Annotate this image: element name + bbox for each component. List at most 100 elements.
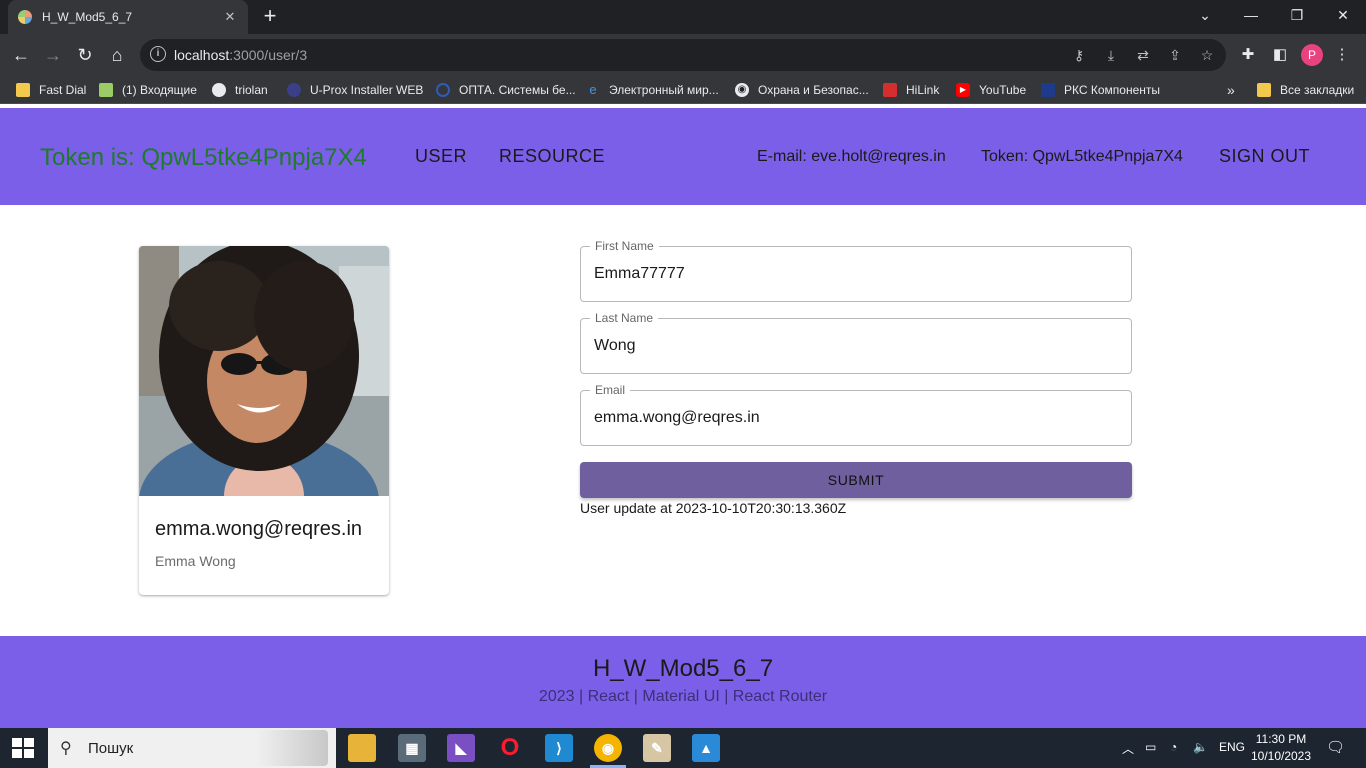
last-name-label: Last Name xyxy=(590,311,659,325)
bookmark-item[interactable]: e Электронный мир... xyxy=(586,81,719,99)
paint-icon[interactable]: ✎ xyxy=(643,734,671,762)
install-app-icon[interactable]: ⤓ xyxy=(1102,46,1120,64)
all-bookmarks-button[interactable]: Все закладки xyxy=(1257,81,1354,99)
restore-window-button[interactable]: ❐ xyxy=(1274,0,1320,30)
bookmark-label: Fast Dial xyxy=(39,83,87,97)
bookmark-label: triolan xyxy=(235,83,268,97)
close-tab-icon[interactable]: ✕ xyxy=(222,9,238,25)
opera-icon[interactable]: O xyxy=(496,734,524,762)
bookmark-item[interactable]: ▶ YouTube xyxy=(956,81,1026,99)
browser-menu-icon[interactable]: ⋮ xyxy=(1332,45,1352,65)
bookmark-label: ОПТА. Системы бе... xyxy=(459,83,576,97)
bookmark-item[interactable]: HiLink xyxy=(883,81,939,99)
bookmark-label: YouTube xyxy=(979,83,1027,97)
last-name-input[interactable] xyxy=(594,335,1114,357)
bookmark-item[interactable]: ОПТА. Системы бе... xyxy=(436,81,576,99)
home-button[interactable]: ⌂ xyxy=(104,42,130,68)
first-name-label: First Name xyxy=(590,239,659,253)
reload-button[interactable]: ↻ xyxy=(72,42,98,68)
back-button[interactable]: ← xyxy=(8,42,34,68)
clock-time: 11:30 PM xyxy=(1255,732,1307,746)
bookmark-label: U-Prox Installer WEB xyxy=(310,83,424,97)
windows-start-icon[interactable] xyxy=(12,738,34,758)
chrome-icon[interactable]: ◉ xyxy=(594,734,622,762)
network-icon[interactable]: ◔ xyxy=(1170,740,1177,754)
more-bookmarks-button[interactable]: » xyxy=(1227,81,1235,99)
folder-icon xyxy=(1257,83,1271,97)
youtube-icon: ▶ xyxy=(956,83,970,97)
visual-studio-icon[interactable]: ◣ xyxy=(447,734,475,762)
share-icon[interactable]: ⇪ xyxy=(1166,46,1184,64)
opta-icon xyxy=(436,83,450,97)
last-name-field: Last Name xyxy=(580,311,1132,374)
calculator-icon[interactable]: ▦ xyxy=(398,734,426,762)
bookmark-item[interactable]: РКС Компоненты xyxy=(1041,81,1160,99)
tab-search-icon[interactable]: ⌄ xyxy=(1182,0,1228,30)
bookmark-item[interactable]: triolan xyxy=(212,81,268,99)
submit-button[interactable]: SUBMIT xyxy=(580,462,1132,498)
profile-avatar[interactable]: P xyxy=(1301,44,1323,66)
file-explorer-icon[interactable] xyxy=(348,734,376,762)
bookmark-item[interactable]: (1) Входящие xyxy=(99,81,197,99)
huawei-icon xyxy=(883,83,897,97)
system-clock[interactable]: 11:30 PM 10/10/2023 xyxy=(1250,731,1312,765)
new-tab-button[interactable]: + xyxy=(258,5,282,29)
side-panel-icon[interactable]: ◧ xyxy=(1270,45,1290,65)
bookmark-item[interactable]: ◉ Охрана и Безопас... xyxy=(735,81,869,99)
minimize-window-button[interactable]: — xyxy=(1228,0,1274,30)
url-path: :3000/user/3 xyxy=(229,47,308,63)
bookmark-star-icon[interactable]: ☆ xyxy=(1198,46,1216,64)
bookmark-label: Электронный мир... xyxy=(609,83,719,97)
password-key-icon[interactable]: ⚷ xyxy=(1070,46,1088,64)
first-name-input[interactable] xyxy=(594,263,1114,285)
language-indicator[interactable]: ENG xyxy=(1219,740,1245,754)
header-email: E-mail: eve.holt@reqres.in xyxy=(757,148,946,165)
tab-title: H_W_Mod5_6_7 xyxy=(42,10,133,24)
windows-taskbar: ⚲ Пошук ▦ ◣ O ⟩ ◉ ✎ ▲ ︿ ▭ ◔ 🔈 ENG 11:30 … xyxy=(0,728,1366,768)
volume-icon[interactable]: 🔈 xyxy=(1193,740,1208,754)
nav-user-link[interactable]: USER xyxy=(415,146,467,167)
email-field: Email xyxy=(580,383,1132,446)
card-email: emma.wong@reqres.in xyxy=(155,518,363,540)
clock-date: 10/10/2023 xyxy=(1250,749,1312,763)
translate-icon[interactable]: ⇄ xyxy=(1134,46,1152,64)
nav-resource-link[interactable]: RESOURCE xyxy=(499,146,605,167)
extensions-icon[interactable]: ✚ xyxy=(1238,45,1258,65)
bookmark-label: РКС Компоненты xyxy=(1064,83,1160,97)
site-info-icon[interactable]: i xyxy=(150,46,166,62)
url-host: localhost xyxy=(174,47,230,63)
globe-icon xyxy=(212,83,226,97)
close-window-button[interactable]: ✕ xyxy=(1320,0,1366,30)
token-title: Token is: QpwL5tke4Pnpja7X4 xyxy=(40,144,367,171)
card-full-name: Emma Wong xyxy=(155,553,236,569)
taskbar-search[interactable]: ⚲ Пошук xyxy=(48,728,336,768)
battery-icon[interactable]: ▭ xyxy=(1145,740,1156,754)
app-footer: H_W_Mod5_6_7 2023 | React | Material UI … xyxy=(0,636,1366,728)
notifications-icon[interactable]: 🗨 xyxy=(1326,738,1345,756)
sign-out-button[interactable]: SIGN OUT xyxy=(1219,146,1310,167)
bookmark-item[interactable]: U-Prox Installer WEB xyxy=(287,81,423,99)
react-favicon-icon xyxy=(18,10,32,24)
bookmark-item[interactable]: Fast Dial xyxy=(16,81,86,99)
browser-tab-strip: H_W_Mod5_6_7 ✕ + ⌄ — ❐ ✕ xyxy=(0,0,1366,34)
photos-icon[interactable]: ▲ xyxy=(692,734,720,762)
user-avatar-photo xyxy=(139,246,389,496)
app-header: Token is: QpwL5tke4Pnpja7X4 USER RESOURC… xyxy=(0,108,1366,205)
taskbar-search-label: Пошук xyxy=(88,739,134,757)
bookmark-label: HiLink xyxy=(906,83,940,97)
header-token: Token: QpwL5tke4Pnpja7X4 xyxy=(981,148,1183,165)
update-status-message: User update at 2023-10-10T20:30:13.360Z xyxy=(580,500,847,516)
address-bar[interactable]: i localhost:3000/user/3 ⚷ ⤓ ⇄ ⇪ ☆ xyxy=(140,39,1226,71)
mail-icon xyxy=(99,83,113,97)
address-url[interactable]: localhost:3000/user/3 xyxy=(174,47,307,63)
folder-icon xyxy=(16,83,30,97)
uprox-icon xyxy=(287,83,301,97)
email-label: Email xyxy=(590,383,631,397)
vscode-icon[interactable]: ⟩ xyxy=(545,734,573,762)
browser-toolbar: ← → ↻ ⌂ i localhost:3000/user/3 ⚷ ⤓ ⇄ ⇪ … xyxy=(0,34,1366,76)
first-name-field: First Name xyxy=(580,239,1132,302)
browser-tab[interactable]: H_W_Mod5_6_7 ✕ xyxy=(8,0,248,34)
forward-button[interactable]: → xyxy=(40,42,66,68)
show-hidden-icons[interactable]: ︿ xyxy=(1122,740,1134,757)
email-input[interactable] xyxy=(594,407,1114,429)
